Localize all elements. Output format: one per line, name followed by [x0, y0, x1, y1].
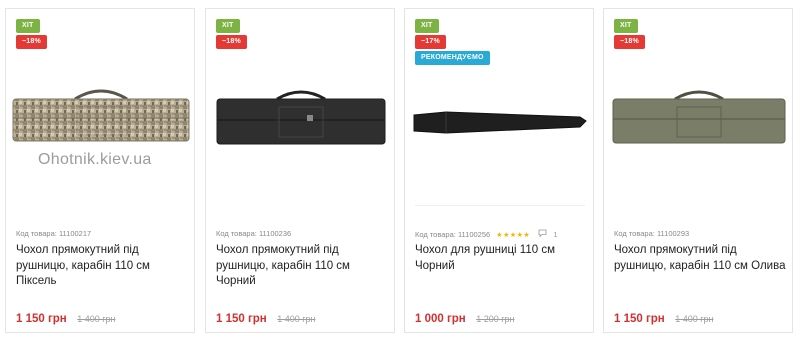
price-row: 1 150 грн 1 400 грн	[614, 309, 789, 325]
recommended-badge: РЕКОМЕНДУЄМО	[415, 51, 490, 65]
hit-badge: ХІТ	[614, 19, 638, 33]
rating-stars[interactable]: ★★★★★	[496, 232, 530, 239]
product-card[interactable]: ХІТ −18% Ohotnik.kiev.ua Код товара: 111…	[5, 8, 195, 333]
black-rifle-case-image	[216, 90, 386, 145]
product-card[interactable]: ХІТ −18% Код товара: 11100236 Чохол прям…	[205, 8, 395, 333]
product-meta: Код товара: 11100256 ★★★★★ 1	[415, 229, 590, 241]
badge-group: ХІТ −17% РЕКОМЕНДУЄМО	[415, 19, 585, 67]
product-image[interactable]	[406, 57, 594, 207]
product-code: Код товара: 11100293	[614, 229, 690, 238]
price-row: 1 150 грн 1 400 грн	[16, 309, 191, 325]
olive-rifle-case-image	[612, 90, 786, 144]
product-title[interactable]: Чохол для рушниці 110 см Чорний	[415, 243, 587, 274]
product-image[interactable]	[605, 57, 793, 207]
review-count[interactable]: 1	[553, 230, 557, 239]
product-code: Код товара: 11100217	[16, 229, 92, 238]
badge-group: ХІТ −18%	[16, 19, 186, 51]
product-image[interactable]	[7, 57, 195, 207]
current-price: 1 150 грн	[16, 313, 67, 325]
product-title[interactable]: Чохол прямокутний під рушницю, карабін 1…	[216, 243, 388, 290]
discount-badge: −18%	[614, 35, 645, 49]
watermark-text: Ohotnik.kiev.ua	[38, 151, 152, 168]
old-price: 1 400 грн	[77, 314, 116, 324]
price-row: 1 150 грн 1 400 грн	[216, 309, 391, 325]
camo-rifle-case-image	[12, 89, 190, 142]
discount-badge: −18%	[16, 35, 47, 49]
current-price: 1 000 грн	[415, 313, 466, 325]
hit-badge: ХІТ	[415, 19, 439, 33]
discount-badge: −18%	[216, 35, 247, 49]
product-code: Код товара: 11100236	[216, 229, 292, 238]
old-price: 1 400 грн	[675, 314, 714, 324]
black-rifle-sleeve-image	[413, 111, 587, 134]
product-image[interactable]	[207, 57, 395, 207]
price-row: 1 000 грн 1 200 грн	[415, 309, 590, 325]
divider	[415, 205, 585, 206]
current-price: 1 150 грн	[614, 313, 665, 325]
old-price: 1 200 грн	[476, 314, 515, 324]
product-card[interactable]: ХІТ −17% РЕКОМЕНДУЄМО Код товара: 111002…	[404, 8, 594, 333]
product-code: Код товара: 11100256	[415, 230, 491, 239]
product-title[interactable]: Чохол прямокутний під рушницю, карабін 1…	[16, 243, 188, 290]
hit-badge: ХІТ	[16, 19, 40, 33]
comment-icon[interactable]	[538, 229, 547, 239]
discount-badge: −17%	[415, 35, 446, 49]
badge-group: ХІТ −18%	[614, 19, 784, 51]
old-price: 1 400 грн	[277, 314, 316, 324]
current-price: 1 150 грн	[216, 313, 267, 325]
product-title[interactable]: Чохол прямокутний під рушницю, карабін 1…	[614, 243, 786, 274]
product-card[interactable]: ХІТ −18% Код товара: 11100293 Чохол прям…	[603, 8, 793, 333]
product-grid: ХІТ −18% Ohotnik.kiev.ua Код товара: 111…	[5, 8, 795, 334]
badge-group: ХІТ −18%	[216, 19, 386, 51]
hit-badge: ХІТ	[216, 19, 240, 33]
